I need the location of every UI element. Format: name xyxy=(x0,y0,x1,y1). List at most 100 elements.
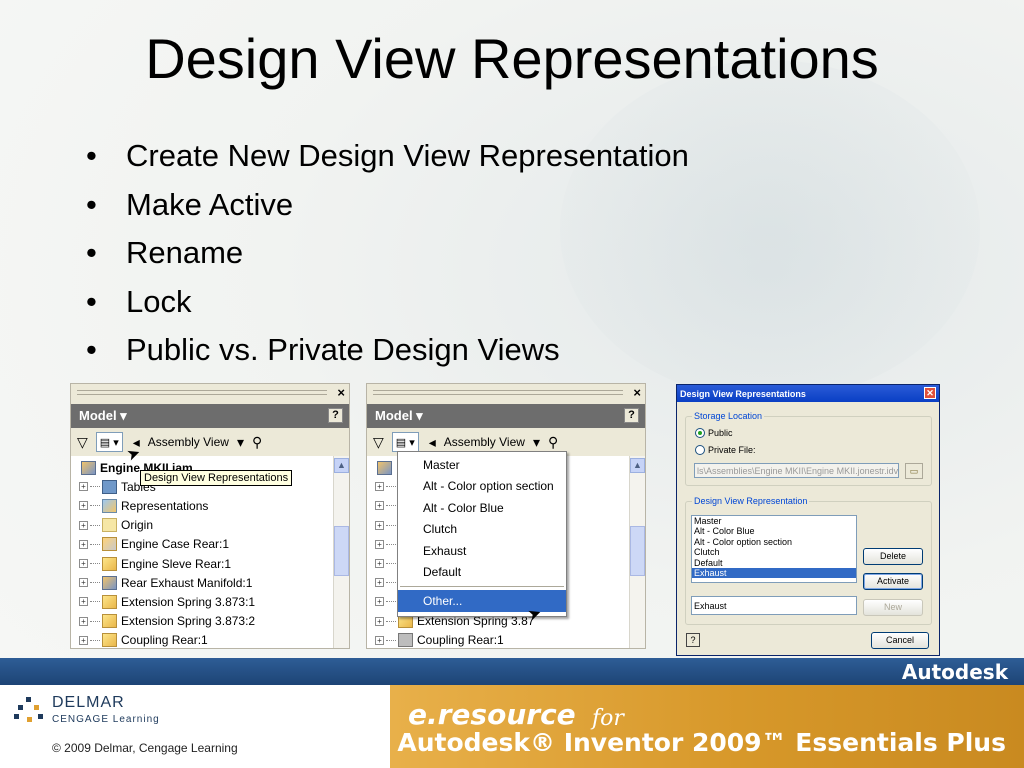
representations-dropdown-button[interactable]: ▤ ▾ xyxy=(95,432,123,452)
slide-title: Design View Representations xyxy=(145,27,879,90)
expand-icon[interactable]: + xyxy=(375,597,384,607)
menu-item-exhaust[interactable]: Exhaust xyxy=(398,540,566,562)
weldment-icon xyxy=(102,537,117,552)
representation-list[interactable]: Master Alt - Color Blue Alt - Color opti… xyxy=(691,515,857,583)
find-binoculars-icon[interactable]: ⚲ xyxy=(548,434,558,451)
product-title: Autodesk® Inventor 2009™ Essentials Plus xyxy=(397,728,1006,757)
scroll-thumb[interactable] xyxy=(334,526,349,576)
scroll-up-icon[interactable]: ▲ xyxy=(630,458,645,473)
expand-icon[interactable]: + xyxy=(375,616,384,626)
browser-header[interactable]: Model ▾ ? xyxy=(71,404,349,428)
autodesk-logo: Autodesk xyxy=(901,660,1008,684)
tree-item[interactable]: + Extension Spring 3.873:2 xyxy=(71,612,349,631)
part-icon xyxy=(102,556,117,571)
activate-button[interactable]: Activate xyxy=(863,573,923,590)
tree-item[interactable]: + Extension Spring 3.873:1 xyxy=(71,592,349,611)
expand-icon[interactable]: + xyxy=(79,616,88,626)
copyright: © 2009 Delmar, Cengage Learning xyxy=(52,741,238,755)
filter-icon[interactable]: ▽ xyxy=(77,434,88,451)
menu-item-clutch[interactable]: Clutch xyxy=(398,519,566,541)
chevron-down-icon[interactable]: ▾ xyxy=(533,434,540,451)
menu-item-other[interactable]: Other... xyxy=(398,590,566,612)
menu-item-master[interactable]: Master xyxy=(398,454,566,476)
tree-item[interactable]: + Representations xyxy=(71,496,349,515)
menu-item-default[interactable]: Default xyxy=(398,562,566,584)
expand-icon[interactable]: + xyxy=(79,597,88,607)
vertical-scrollbar[interactable]: ▲ xyxy=(629,456,645,648)
expand-icon[interactable]: + xyxy=(79,559,88,569)
menu-item-alt-color-blue[interactable]: Alt - Color Blue xyxy=(398,497,566,519)
expand-icon[interactable]: + xyxy=(375,559,384,569)
cancel-button[interactable]: Cancel xyxy=(871,632,929,649)
list-item[interactable]: Master xyxy=(692,516,856,526)
scroll-thumb[interactable] xyxy=(630,526,645,576)
panel-grip[interactable]: × xyxy=(367,384,645,404)
expand-icon[interactable]: + xyxy=(375,501,384,511)
browser-header[interactable]: Model ▾ ? xyxy=(367,404,645,428)
folder-icon xyxy=(102,518,117,533)
private-file-path-field[interactable]: ls\Assemblies\Engine MKII\Engine MKII.jo… xyxy=(694,463,899,478)
filter-icon[interactable]: ▽ xyxy=(373,434,384,451)
close-icon[interactable]: ✕ xyxy=(924,387,936,399)
new-button[interactable]: New xyxy=(863,599,923,616)
panel-grip[interactable]: × xyxy=(71,384,349,404)
bullet-item: • Rename xyxy=(86,235,244,271)
tree-item[interactable]: + Coupling Rear:1 xyxy=(367,631,645,648)
list-item[interactable]: Default xyxy=(692,558,856,568)
part-icon xyxy=(102,633,117,648)
chevron-down-icon[interactable]: ▾ xyxy=(237,434,244,451)
expand-icon[interactable]: + xyxy=(79,635,88,645)
scroll-up-icon[interactable]: ▲ xyxy=(334,458,349,473)
help-icon[interactable]: ? xyxy=(328,408,343,423)
tree-item[interactable]: + Coupling Rear:1 xyxy=(71,631,349,648)
publisher-name: DELMAR xyxy=(52,694,125,711)
assembly-icon xyxy=(377,460,392,475)
tree-item[interactable]: + Rear Exhaust Manifold:1 xyxy=(71,573,349,592)
list-item-selected[interactable]: Exhaust xyxy=(692,567,856,579)
find-binoculars-icon[interactable]: ⚲ xyxy=(252,434,262,451)
list-item[interactable]: Alt - Color Blue xyxy=(692,526,856,536)
view-selector[interactable]: Assembly View xyxy=(148,435,229,449)
representations-dropdown-button[interactable]: ▤ ▾ xyxy=(391,432,419,452)
close-icon[interactable]: × xyxy=(337,385,345,400)
view-selector[interactable]: Assembly View xyxy=(444,435,525,449)
expand-icon[interactable]: + xyxy=(375,482,384,492)
dialog-title-bar[interactable]: Design View Representations ✕ xyxy=(677,385,939,402)
tree-item[interactable]: + Origin xyxy=(71,516,349,535)
help-icon[interactable]: ? xyxy=(624,408,639,423)
eresource-logo: e.resource xyxy=(408,698,576,731)
private-file-radio[interactable]: Private File: xyxy=(695,445,756,455)
bullet-item: • Make Active xyxy=(86,186,294,222)
expand-icon[interactable]: + xyxy=(375,578,384,588)
subassembly-icon xyxy=(102,575,117,590)
publisher-subtitle: CENGAGE Learning xyxy=(52,714,160,725)
menu-item-alt-color-option-section[interactable]: Alt - Color option section xyxy=(398,476,566,498)
list-item[interactable]: Alt - Color option section xyxy=(692,537,856,547)
public-radio[interactable]: Public xyxy=(695,428,733,438)
tree-item[interactable]: + Engine Sleve Rear:1 xyxy=(71,554,349,573)
expand-icon[interactable]: + xyxy=(79,520,88,530)
delete-button[interactable]: Delete xyxy=(863,548,923,565)
list-item[interactable]: Clutch xyxy=(692,547,856,557)
close-icon[interactable]: × xyxy=(633,385,641,400)
expand-icon[interactable]: + xyxy=(375,520,384,530)
expand-icon[interactable]: + xyxy=(375,539,384,549)
expand-icon[interactable]: + xyxy=(79,578,88,588)
expand-icon[interactable]: + xyxy=(79,501,88,511)
footer-band xyxy=(0,658,1024,685)
design-view-dialog: Design View Representations ✕ Storage Lo… xyxy=(676,384,940,656)
representation-name-field[interactable]: Exhaust xyxy=(691,596,857,615)
table-icon xyxy=(102,479,117,494)
vertical-scrollbar[interactable]: ▲ xyxy=(333,456,349,648)
expand-icon[interactable]: + xyxy=(375,635,384,645)
menu-separator xyxy=(400,586,564,587)
expand-icon[interactable]: + xyxy=(79,539,88,549)
assembly-view-icon: ◂ xyxy=(428,433,436,450)
radio-icon xyxy=(695,445,705,455)
representations-icon xyxy=(102,498,117,513)
expand-icon[interactable]: + xyxy=(79,482,88,492)
help-icon[interactable]: ? xyxy=(686,633,700,647)
radio-icon xyxy=(695,428,705,438)
tree-item[interactable]: + Engine Case Rear:1 xyxy=(71,535,349,554)
browse-folder-icon[interactable]: ▭ xyxy=(905,463,923,479)
